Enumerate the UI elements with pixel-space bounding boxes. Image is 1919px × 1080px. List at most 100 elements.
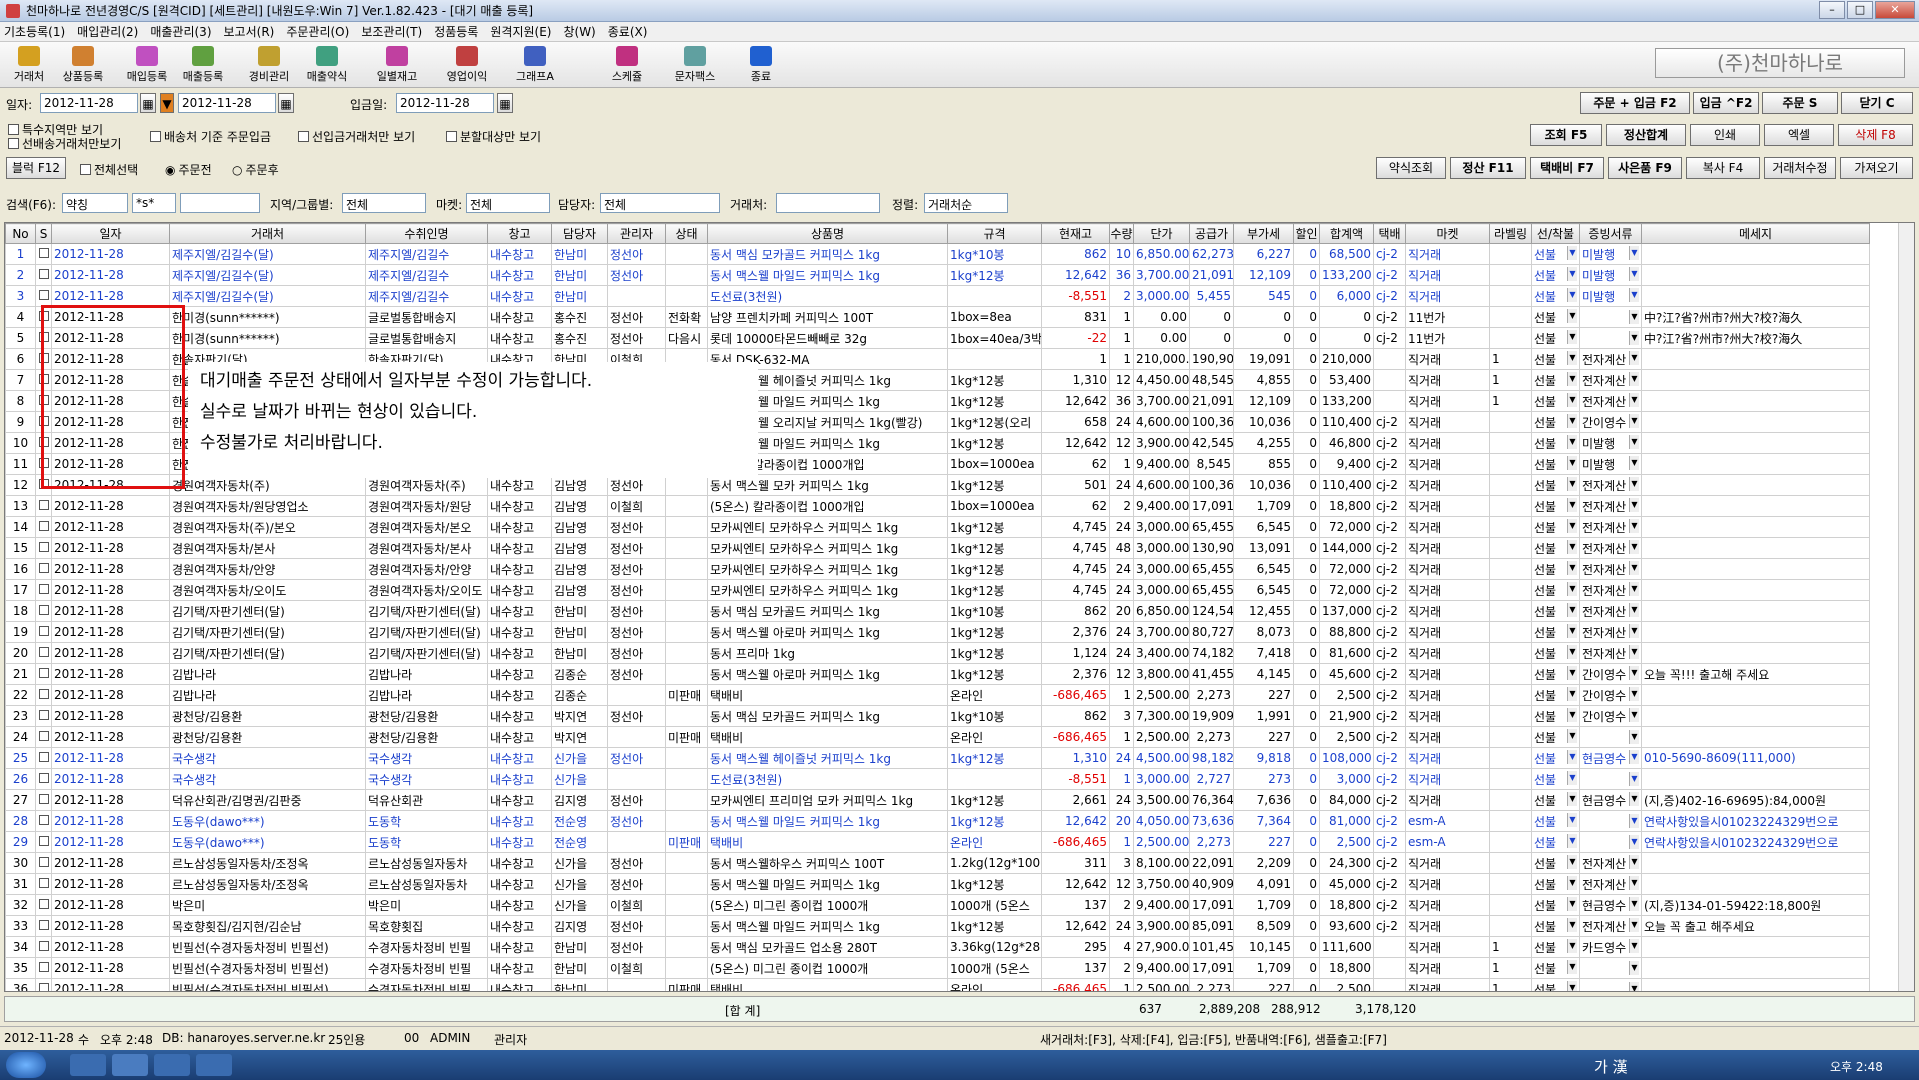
date-from-input[interactable]: 2012-11-28 <box>40 93 138 113</box>
table-cell[interactable]: 동서 맥스웰 마일드 커피믹스 1kg <box>707 264 948 286</box>
table-cell[interactable]: 1,124 <box>1041 642 1110 664</box>
table-cell[interactable]: 김기택/자판기센터(달) <box>365 621 488 643</box>
table-cell[interactable]: 직거래 <box>1405 579 1490 601</box>
menu-item[interactable]: 종료(X) <box>608 23 648 40</box>
table-row[interactable]: 4 2012-11-28 한미경(sunn******) 글로벌통합배송지 내수창고 홍수… <box>5 306 1870 328</box>
table-cell[interactable] <box>1641 873 1870 895</box>
table-cell[interactable] <box>35 705 52 727</box>
dropdown-arrow-icon[interactable]: ▼ <box>1629 245 1639 260</box>
table-cell[interactable]: 광천당/김용환 <box>365 726 488 748</box>
table-cell[interactable]: 도동학 <box>365 831 488 853</box>
table-cell[interactable]: 광천당/김용환 <box>169 726 366 748</box>
table-cell[interactable]: 7 <box>5 369 36 391</box>
table-cell[interactable]: 2012-11-28 <box>51 873 170 895</box>
table-cell[interactable]: (지,증)134-01-59422:18,800원 <box>1641 894 1870 916</box>
row-checkbox[interactable] <box>38 521 49 531</box>
table-cell[interactable]: 0 <box>1293 264 1320 286</box>
table-cell[interactable]: 직거래 <box>1405 369 1490 391</box>
table-cell[interactable]: 경원여객자동차/본사 <box>365 537 488 559</box>
table-cell[interactable]: cj-2 <box>1373 705 1406 727</box>
table-cell[interactable]: 1kg*12봉 <box>947 516 1042 538</box>
table-cell[interactable]: 0 <box>1293 369 1320 391</box>
row-checkbox[interactable] <box>38 269 49 279</box>
row-checkbox[interactable] <box>38 689 49 699</box>
table-cell[interactable]: 빈필선(수경자동차정비 빈필선) <box>169 978 366 991</box>
table-cell[interactable]: 2,500.00 <box>1133 831 1190 853</box>
table-cell[interactable]: 1 <box>1489 936 1532 958</box>
table-cell[interactable]: 1kg*12봉 <box>947 621 1042 643</box>
table-row[interactable]: 36 2012-11-28 빈필선(수경자동차정비 빈필선) 수경자동차정비 빈필 내수… <box>5 978 1870 991</box>
dropdown-arrow-icon[interactable]: ▼ <box>1629 455 1639 470</box>
table-cell[interactable]: 1kg*12봉 <box>947 873 1042 895</box>
dropdown-arrow-icon[interactable]: ▼ <box>1567 581 1577 596</box>
table-cell[interactable]: 김남영 <box>551 558 608 580</box>
table-cell[interactable]: 정선아 <box>607 327 666 349</box>
table-cell[interactable] <box>1489 705 1532 727</box>
table-cell[interactable]: 0 <box>1189 327 1234 349</box>
table-cell[interactable] <box>1641 411 1870 433</box>
table-cell[interactable]: 선불 ▼ <box>1531 768 1580 790</box>
table-cell[interactable]: 84,000 <box>1319 789 1374 811</box>
column-header[interactable]: 부가세 <box>1233 223 1294 244</box>
table-cell[interactable]: 정선아 <box>607 558 666 580</box>
table-cell[interactable]: cj-2 <box>1373 621 1406 643</box>
table-row[interactable]: 30 2012-11-28 르노삼성동일자동차/조정옥 르노삼성동일자동차 내수창고 신가… <box>5 852 1870 874</box>
table-cell[interactable]: 동서 맥스웰 아로마 커피믹스 1kg <box>707 621 948 643</box>
table-cell[interactable]: 13,091 <box>1233 537 1294 559</box>
table-cell[interactable]: ▼ <box>1579 810 1642 832</box>
column-header[interactable]: 상품명 <box>707 223 948 244</box>
table-cell[interactable]: 선불 ▼ <box>1531 789 1580 811</box>
table-cell[interactable] <box>1489 747 1532 769</box>
dropdown-arrow-icon[interactable]: ▼ <box>1567 602 1577 617</box>
table-cell[interactable]: 신가을 <box>551 747 608 769</box>
table-cell[interactable] <box>665 495 708 517</box>
table-cell[interactable]: 137,000 <box>1319 600 1374 622</box>
table-cell[interactable]: cj-2 <box>1373 663 1406 685</box>
table-cell[interactable] <box>35 516 52 538</box>
menu-item[interactable]: 주문관리(O) <box>286 23 349 40</box>
table-cell[interactable]: 46,800 <box>1319 432 1374 454</box>
table-cell[interactable]: 김종순 <box>551 684 608 706</box>
print-button[interactable]: 인쇄 <box>1690 124 1760 146</box>
toolbar-item[interactable]: 상품등록 <box>56 44 110 86</box>
table-cell[interactable] <box>1641 978 1870 991</box>
table-cell[interactable]: 선불 ▼ <box>1531 327 1580 349</box>
delivery-fee-button[interactable]: 택배비 F7 <box>1530 157 1604 179</box>
split-target-check[interactable]: 분할대상만 보기 <box>446 128 541 145</box>
deposit-button[interactable]: 입금 ^F2 <box>1693 92 1759 114</box>
dropdown-arrow-icon[interactable]: ▼ <box>1567 854 1577 869</box>
table-cell[interactable]: 12 <box>1109 369 1134 391</box>
table-cell[interactable]: 18,800 <box>1319 957 1374 979</box>
table-cell[interactable]: 1 <box>1489 978 1532 991</box>
table-cell[interactable] <box>1489 684 1532 706</box>
table-cell[interactable] <box>1641 957 1870 979</box>
table-cell[interactable] <box>1489 726 1532 748</box>
table-cell[interactable]: 19,909 <box>1189 705 1234 727</box>
table-cell[interactable]: 0 <box>1293 726 1320 748</box>
table-cell[interactable]: 한남미 <box>551 621 608 643</box>
dropdown-arrow-icon[interactable]: ▼ <box>1629 982 1639 991</box>
table-cell[interactable] <box>1641 390 1870 412</box>
table-cell[interactable]: 24 <box>1109 915 1134 937</box>
menu-item[interactable]: 보조관리(T) <box>361 23 422 40</box>
table-cell[interactable] <box>1373 936 1406 958</box>
table-cell[interactable]: 0 <box>1293 810 1320 832</box>
table-cell[interactable]: 3,000.00 <box>1133 558 1190 580</box>
table-cell[interactable]: 국수생각 <box>365 768 488 790</box>
table-cell[interactable]: 010-5690-8609(111,000) <box>1641 747 1870 769</box>
table-cell[interactable]: 12 <box>1109 663 1134 685</box>
table-cell[interactable]: 35 <box>5 957 36 979</box>
table-cell[interactable]: 227 <box>1233 978 1294 991</box>
table-cell[interactable]: 동서 맥스웰하우스 커피믹스 100T <box>707 852 948 874</box>
table-cell[interactable] <box>35 978 52 991</box>
table-cell[interactable] <box>1489 495 1532 517</box>
table-cell[interactable]: 선불 ▼ <box>1531 558 1580 580</box>
table-cell[interactable]: 동서 맥심 모카골드 커피믹스 1kg <box>707 600 948 622</box>
table-cell[interactable]: 2,500.00 <box>1133 684 1190 706</box>
operator-select[interactable]: *s* <box>132 193 176 213</box>
table-cell[interactable]: 0 <box>1293 495 1320 517</box>
table-cell[interactable]: 선불 ▼ <box>1531 831 1580 853</box>
table-cell[interactable]: 12,642 <box>1041 810 1110 832</box>
table-cell[interactable]: 2,661 <box>1041 789 1110 811</box>
dropdown-arrow-icon[interactable]: ▼ <box>1567 644 1577 659</box>
